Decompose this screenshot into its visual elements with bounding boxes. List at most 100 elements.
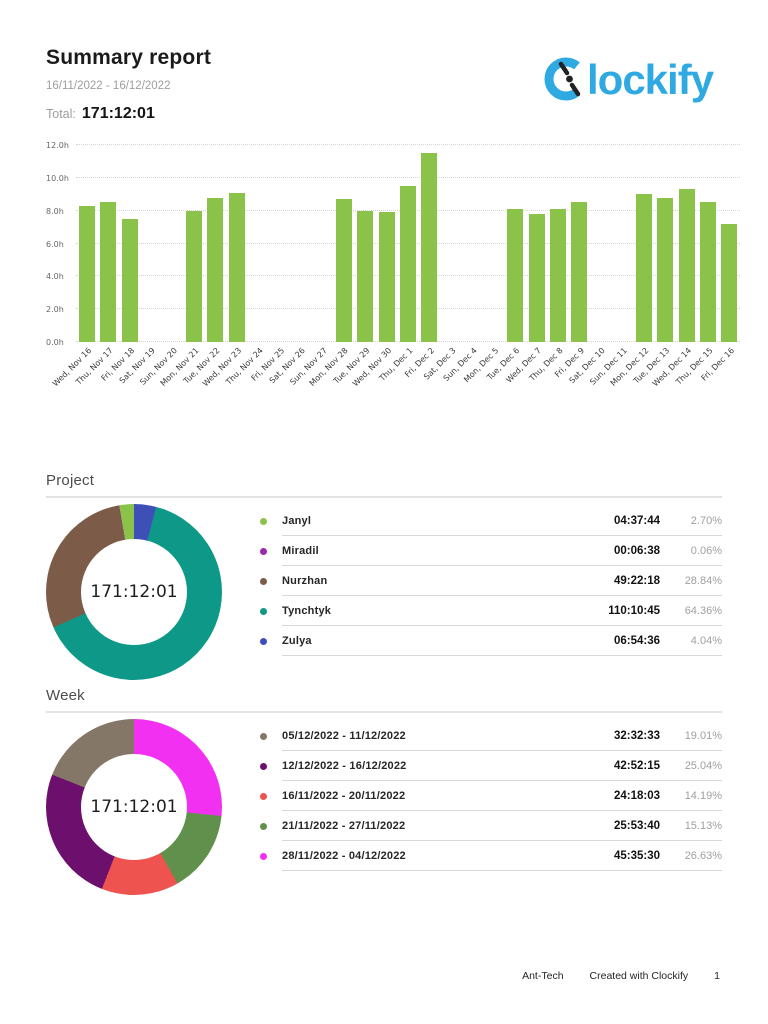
bar-column bbox=[654, 145, 675, 342]
bar bbox=[357, 210, 374, 342]
bar bbox=[78, 205, 95, 342]
legend-color-dot-icon bbox=[260, 637, 267, 645]
legend-time-value: 25:53:40 bbox=[613, 820, 660, 832]
bar-column bbox=[504, 145, 525, 342]
legend-color-dot-icon bbox=[260, 792, 267, 800]
bar-column bbox=[590, 145, 611, 342]
daily-hours-bar-chart: 0.0h 2.0h 4.0h 6.0h 8.0h 10.0h 12.0h Wed, Nov … bbox=[46, 141, 740, 408]
legend-time-value: 45:35:30 bbox=[613, 850, 660, 862]
bar bbox=[335, 199, 352, 342]
bar-chart-plot-area: 0.0h 2.0h 4.0h 6.0h 8.0h 10.0h 12.0h bbox=[46, 141, 740, 347]
bar-column bbox=[205, 145, 226, 342]
clockify-logo-graphic: lockify bbox=[544, 56, 716, 103]
bar bbox=[721, 223, 738, 342]
bar-column bbox=[162, 145, 183, 342]
legend-label: 28/11/2022 - 04/12/2022 bbox=[282, 850, 406, 862]
week-legend: 05/12/2022 - 11/12/2022 32:32:33 19.01% 12/… bbox=[260, 719, 722, 900]
footer-workspace-name: Ant-Tech bbox=[522, 970, 564, 982]
legend-row: 16/11/2022 - 20/11/2022 24:18:03 14.19% bbox=[260, 781, 722, 811]
clock-center-dot-icon bbox=[566, 75, 573, 83]
bar-column bbox=[119, 145, 140, 342]
legend-row: Miradil 00:06:38 0.06% bbox=[260, 536, 722, 566]
y-axis-tick-label: 10.0h bbox=[46, 173, 69, 183]
bar-column bbox=[76, 145, 97, 342]
bar bbox=[571, 202, 588, 342]
bar-column bbox=[462, 145, 483, 342]
legend-row: Tynchtyk 110:10:45 64.36% bbox=[260, 596, 722, 626]
bar-column bbox=[226, 145, 247, 342]
bar bbox=[121, 218, 138, 342]
bar-column bbox=[183, 145, 204, 342]
legend-time-value: 00:06:38 bbox=[613, 545, 660, 557]
bar-column bbox=[269, 145, 290, 342]
footer-created-with: Created with Clockify bbox=[589, 970, 689, 982]
legend-percent-value: 15.13% bbox=[684, 820, 722, 832]
bar-column bbox=[312, 145, 333, 342]
bar-column bbox=[97, 145, 118, 342]
bar-column bbox=[697, 145, 718, 342]
bar bbox=[507, 209, 524, 342]
bar-column bbox=[612, 145, 633, 342]
project-donut-hole: 171:12:01 bbox=[81, 539, 187, 645]
legend-percent-value: 26.63% bbox=[684, 850, 722, 862]
bars-container bbox=[76, 145, 740, 342]
x-axis-label-slot: Fri, Dec 16 bbox=[699, 342, 740, 408]
bar-column bbox=[354, 145, 375, 342]
legend-color-dot-icon bbox=[260, 517, 267, 525]
legend-time-value: 32:32:33 bbox=[613, 730, 660, 742]
project-legend: Janyl 04:37:44 2.70% Miradil 00:06:38 0.06% Nu… bbox=[260, 504, 722, 685]
legend-time-value: 42:52:15 bbox=[613, 760, 660, 772]
bar bbox=[635, 194, 652, 342]
legend-row: 12/12/2022 - 16/12/2022 42:52:15 25.04% bbox=[260, 751, 722, 781]
legend-percent-value: 0.06% bbox=[690, 545, 722, 557]
project-donut-chart: 171:12:01 bbox=[46, 504, 222, 680]
bar-chart-x-axis: Wed, Nov 16 Thu, Nov 17 Fri, Nov 18 Sat, No… bbox=[51, 342, 740, 408]
page-footer: Ant-Tech Created with Clockify 1 bbox=[522, 970, 720, 982]
legend-percent-value: 28.84% bbox=[684, 575, 722, 587]
bar-column bbox=[140, 145, 161, 342]
legend-time-value: 06:54:36 bbox=[613, 635, 660, 647]
legend-label: 12/12/2022 - 16/12/2022 bbox=[282, 760, 407, 772]
bar bbox=[100, 202, 117, 342]
bar-column bbox=[526, 145, 547, 342]
bar-column bbox=[290, 145, 311, 342]
bar bbox=[378, 212, 395, 342]
legend-percent-value: 19.01% bbox=[684, 730, 722, 742]
y-axis-tick-label: 12.0h bbox=[46, 141, 69, 150]
project-section-body: 171:12:01 Janyl 04:37:44 2.70% Miradil 00:06… bbox=[46, 504, 722, 685]
legend-color-dot-icon bbox=[260, 577, 267, 585]
bar bbox=[400, 186, 417, 342]
legend-label: Janyl bbox=[282, 515, 312, 527]
week-donut-hole: 171:12:01 bbox=[81, 754, 187, 860]
bar-column bbox=[376, 145, 397, 342]
week-donut-chart: 171:12:01 bbox=[46, 719, 222, 895]
legend-color-dot-icon bbox=[260, 822, 267, 830]
total-label: Total: bbox=[46, 107, 76, 121]
legend-percent-value: 64.36% bbox=[684, 605, 722, 617]
project-section: Project 171:12:01 Janyl 04:37:44 2.70% Mira… bbox=[46, 472, 722, 685]
bar-column bbox=[633, 145, 654, 342]
legend-color-dot-icon bbox=[260, 852, 267, 860]
week-donut-center-total: 171:12:01 bbox=[90, 797, 178, 817]
y-axis-tick-label: 6.0h bbox=[46, 239, 64, 249]
legend-label: Miradil bbox=[282, 545, 319, 557]
legend-percent-value: 4.04% bbox=[690, 635, 722, 647]
legend-color-dot-icon bbox=[260, 762, 267, 770]
bar bbox=[228, 192, 245, 342]
legend-row: Janyl 04:37:44 2.70% bbox=[260, 506, 722, 536]
legend-time-value: 24:18:03 bbox=[613, 790, 660, 802]
bar bbox=[528, 213, 545, 342]
bar-column bbox=[247, 145, 268, 342]
week-section-body: 171:12:01 05/12/2022 - 11/12/2022 32:32:3… bbox=[46, 719, 722, 900]
y-axis-tick-label: 0.0h bbox=[46, 338, 64, 347]
summary-report-page: Summary report 16/11/2022 - 16/12/2022 T… bbox=[0, 0, 768, 1024]
bar bbox=[678, 189, 695, 342]
report-header: Summary report 16/11/2022 - 16/12/2022 T… bbox=[0, 0, 768, 123]
legend-label: Zulya bbox=[282, 635, 312, 647]
bar-column bbox=[397, 145, 418, 342]
y-axis-tick-label: 8.0h bbox=[46, 206, 64, 216]
legend-row: 28/11/2022 - 04/12/2022 45:35:30 26.63% bbox=[260, 841, 722, 871]
bar bbox=[185, 210, 202, 342]
legend-label: Nurzhan bbox=[282, 575, 328, 587]
y-axis-tick-label: 2.0h bbox=[46, 305, 64, 315]
